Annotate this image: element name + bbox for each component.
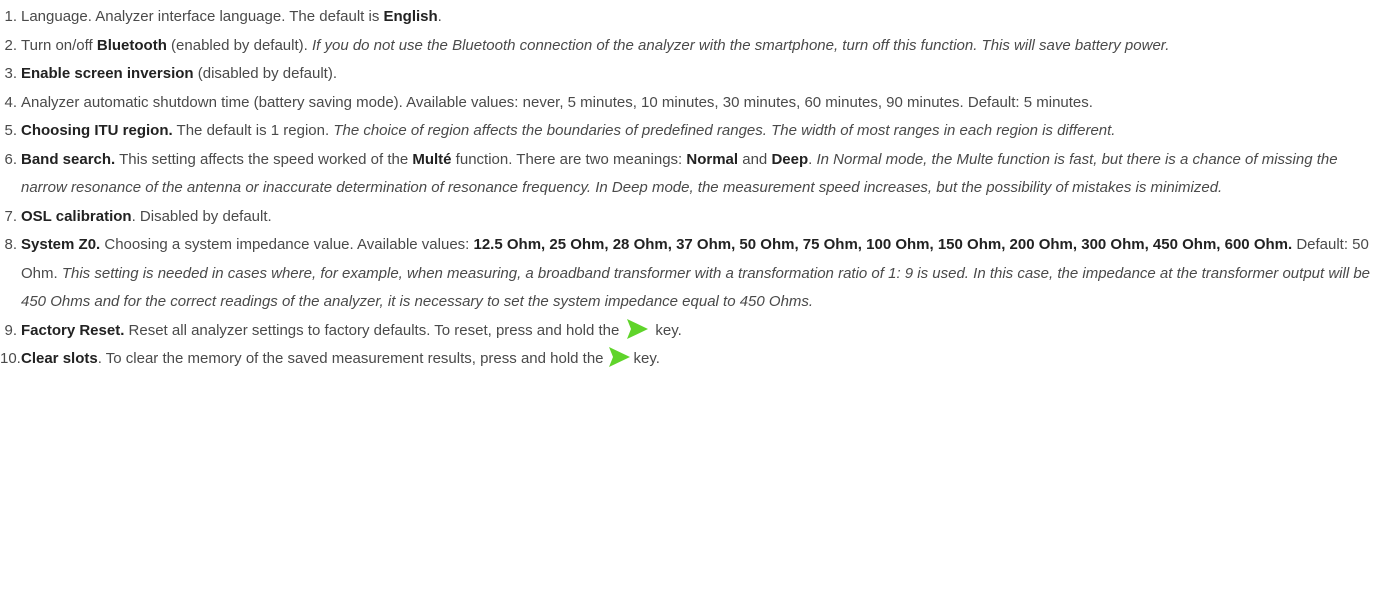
- play-icon: [608, 347, 630, 367]
- item-number: 3.: [4, 65, 17, 82]
- play-icon: [627, 318, 649, 339]
- item-number: 7.: [4, 207, 17, 225]
- item-bold: Normal: [686, 150, 739, 168]
- item-number: 4.: [4, 93, 17, 111]
- list-item: 5. Choosing ITU region. The default is 1…: [0, 117, 1380, 146]
- item-number: 6.: [4, 150, 17, 168]
- item-italic-note: The choice of region affects the boundar…: [333, 122, 1116, 139]
- item-text: Language. Analyzer interface language. T…: [21, 8, 384, 25]
- item-number: 2.: [4, 36, 17, 54]
- item-number: 9.: [4, 321, 17, 339]
- item-bold: System Z0.: [21, 236, 101, 253]
- item-bold: Factory Reset.: [21, 321, 125, 339]
- item-bold: Enable screen inversion: [21, 65, 194, 82]
- list-item: 7. OSL calibration. Disabled by default.: [0, 203, 1380, 232]
- item-bold: Multé: [412, 150, 452, 168]
- item-bold: Bluetooth: [96, 36, 167, 54]
- list-item: 6. Band search. This setting affects the…: [0, 146, 1380, 203]
- item-text: function. There are two meanings:: [451, 150, 687, 168]
- list-item: 10. Clear slots. To clear the memory of …: [0, 345, 1380, 374]
- item-text: Reset all analyzer settings to factory d…: [124, 321, 620, 339]
- list-item: 9. Factory Reset. Reset all analyzer set…: [0, 317, 1380, 346]
- list-item: 4. Analyzer automatic shutdown time (bat…: [0, 89, 1380, 118]
- item-text: . Disabled by default.: [131, 207, 272, 225]
- item-number: 5.: [4, 122, 17, 139]
- list-item: 8. System Z0. Choosing a system impedanc…: [0, 231, 1380, 317]
- item-bold: 12.5 Ohm, 25 Ohm, 28 Ohm, 37 Ohm, 50 Ohm…: [473, 236, 1293, 253]
- item-text: (disabled by default).: [193, 65, 337, 82]
- item-number: 1.: [4, 8, 17, 25]
- item-bold: Deep: [771, 150, 809, 168]
- item-number: 8.: [4, 236, 17, 253]
- item-bold: Band search.: [21, 150, 116, 168]
- item-bold: OSL calibration: [21, 207, 132, 225]
- list-item: 2. Turn on/off Bluetooth (enabled by def…: [0, 32, 1380, 61]
- item-text: The default is 1 region.: [172, 122, 334, 139]
- item-bold: Clear slots: [21, 350, 98, 367]
- item-italic-note: This setting is needed in cases where, f…: [21, 264, 1371, 311]
- list-item: 1. Language. Analyzer interface language…: [0, 3, 1380, 32]
- item-text: (enabled by default).: [166, 36, 312, 54]
- item-text: key.: [655, 321, 682, 339]
- item-bold: English: [383, 8, 438, 25]
- item-text: Turn on/off: [21, 36, 97, 54]
- item-text: . To clear the memory of the saved measu…: [97, 350, 604, 367]
- item-text: Analyzer automatic shutdown time (batter…: [21, 93, 1093, 111]
- item-text: .: [437, 8, 442, 25]
- item-number: 10.: [0, 350, 21, 367]
- item-text: This setting affects the speed worked of…: [115, 150, 413, 168]
- item-bold: Choosing ITU region.: [21, 122, 173, 139]
- list-item: 3. Enable screen inversion (disabled by …: [0, 60, 1380, 89]
- item-italic-note: If you do not use the Bluetooth connecti…: [311, 36, 1170, 54]
- item-text: Choosing a system impedance value. Avail…: [100, 236, 474, 253]
- item-text: and: [738, 150, 772, 168]
- item-text: key.: [633, 350, 660, 367]
- settings-list: 1. Language. Analyzer interface language…: [0, 0, 1380, 374]
